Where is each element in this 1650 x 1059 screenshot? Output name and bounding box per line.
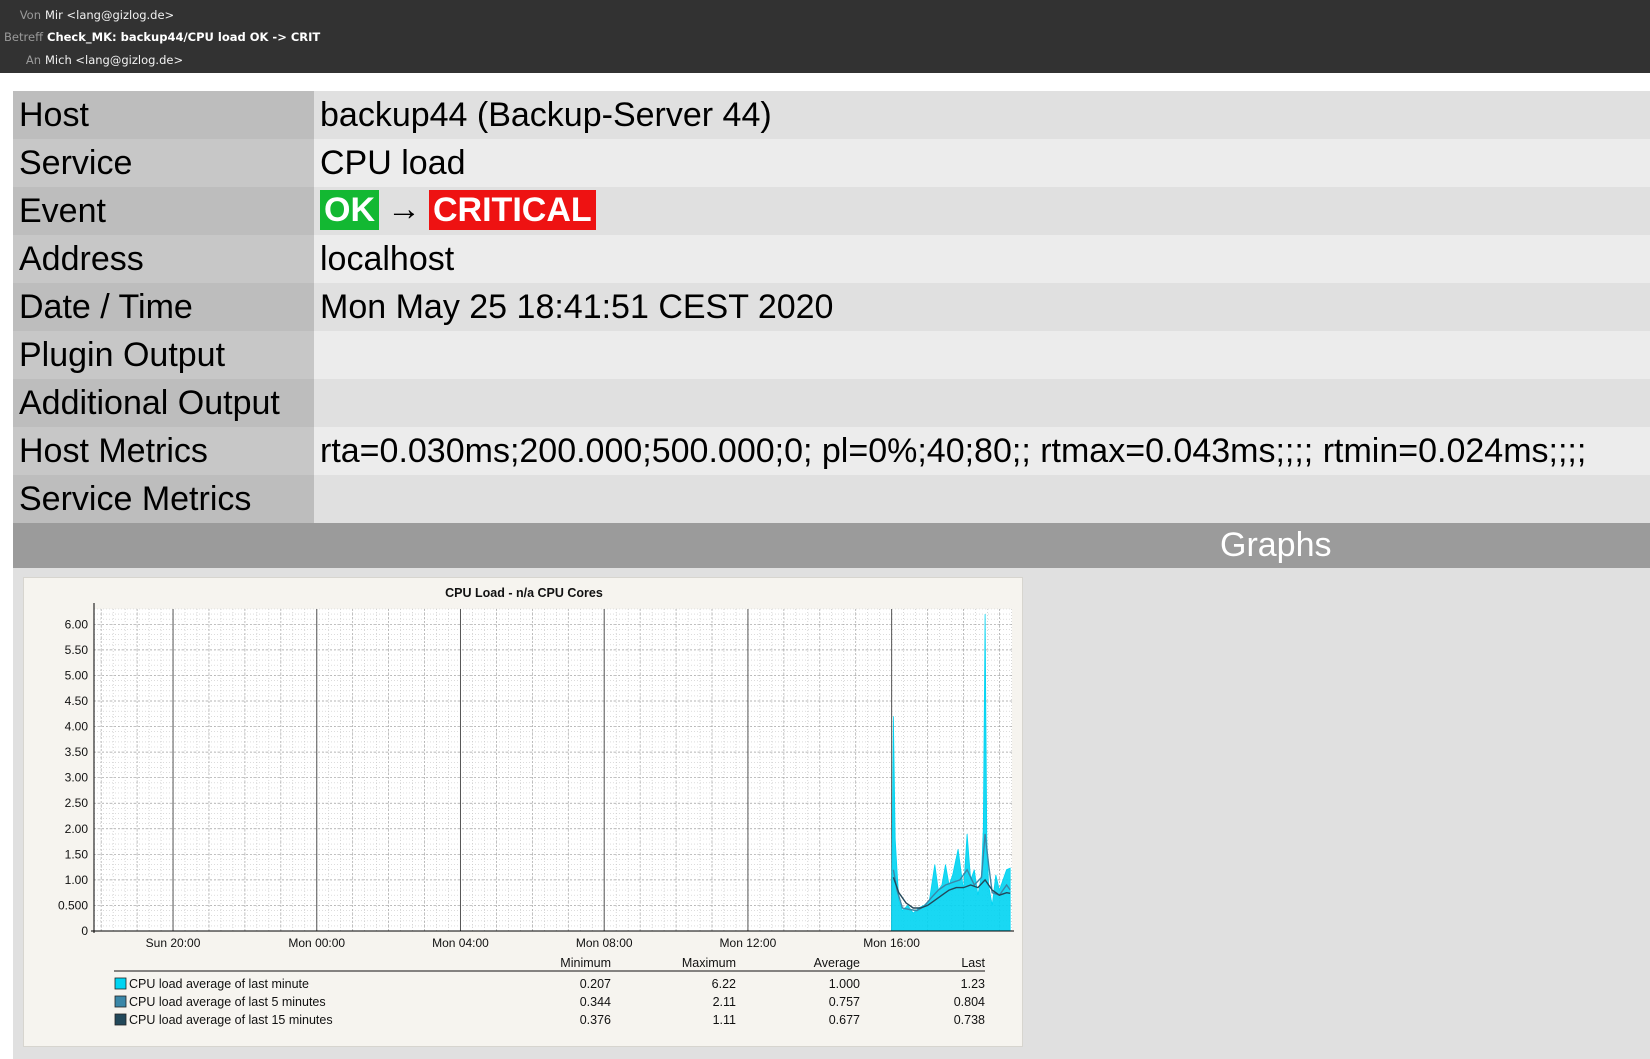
graphs-header: Graphs (13, 523, 1650, 568)
host-value: backup44 (Backup-Server 44) (314, 91, 1650, 139)
row-plugin-output: Plugin Output (13, 331, 1650, 379)
address-value: localhost (314, 235, 1650, 283)
y-tick-label: 2.50 (65, 796, 89, 810)
additional-output-value (314, 379, 1650, 427)
mail-header: Von Mir <lang@gizlog.de> Betreff Check_MK:… (0, 0, 1650, 73)
legend-swatch (114, 977, 127, 990)
row-address: Address localhost (13, 235, 1650, 283)
x-tick-label: Mon 08:00 (576, 936, 633, 950)
event-label: Event (13, 187, 314, 235)
service-value: CPU load (314, 139, 1650, 187)
datetime-value: Mon May 25 18:41:51 CEST 2020 (314, 283, 1650, 331)
legend-series-name: CPU load average of last 5 minutes (129, 995, 326, 1009)
y-tick-label: 6.00 (65, 617, 89, 631)
host-metrics-value: rta=0.030ms;200.000;500.000;0; pl=0%;40;… (314, 427, 1650, 475)
notification-table: Host backup44 (Backup-Server 44) Service… (13, 91, 1650, 523)
plugin-output-label: Plugin Output (13, 331, 314, 379)
legend-value: 1.11 (713, 1013, 736, 1027)
y-tick-label: 3.00 (65, 771, 89, 785)
row-additional-output: Additional Output (13, 379, 1650, 427)
legend-value: 1.000 (829, 977, 860, 991)
row-datetime: Date / Time Mon May 25 18:41:51 CEST 202… (13, 283, 1650, 331)
plot-background (94, 609, 1012, 931)
legend-column-header: Average (814, 956, 860, 970)
legend-value: 0.757 (829, 995, 860, 1009)
additional-output-label: Additional Output (13, 379, 314, 427)
legend-value: 0.677 (829, 1013, 860, 1027)
chart-legend: Minimum Maximum Average Last CPU load averag… (114, 956, 986, 1027)
mail-from-value[interactable]: Mir <lang@gizlog.de> (45, 8, 174, 22)
mail-to-value[interactable]: Mich <lang@gizlog.de> (45, 53, 183, 67)
y-tick-label: 5.50 (65, 643, 89, 657)
y-tick-label: 4.00 (65, 720, 89, 734)
y-tick-label: 3.50 (65, 745, 89, 759)
legend-swatch (114, 995, 127, 1008)
chart-title: CPU Load - n/a CPU Cores (445, 586, 603, 600)
legend-value: 0.738 (954, 1013, 985, 1027)
row-service: Service CPU load (13, 139, 1650, 187)
mail-from-label: Von (19, 8, 41, 22)
legend-series-name: CPU load average of last 15 minutes (129, 1013, 333, 1027)
row-service-metrics: Service Metrics (13, 475, 1650, 523)
legend-value: 1.23 (961, 977, 985, 991)
y-tick-label: 0 (81, 924, 88, 938)
event-value: OK → CRITICAL (314, 187, 1650, 235)
graphs-title: Graphs (1220, 526, 1332, 564)
plugin-output-value (314, 331, 1650, 379)
cpu-load-chart: CPU Load - n/a CPU Cores 0 0.500 1.00 1.50 2… (58, 586, 1014, 1027)
y-tick-label: 1.00 (65, 873, 89, 887)
mail-subject-label: Betreff (4, 30, 43, 44)
y-tick-label: 5.00 (65, 668, 89, 682)
service-metrics-label: Service Metrics (13, 475, 314, 523)
transition-arrow-icon: → (387, 190, 421, 228)
host-label: Host (13, 91, 314, 139)
y-tick-label: 2.00 (65, 822, 89, 836)
service-metrics-value (314, 475, 1650, 523)
legend-column-header: Minimum (560, 956, 611, 970)
legend-column-header: Last (961, 956, 985, 970)
cpu-load-graph: CPU Load - n/a CPU Cores 0 0.500 1.00 1.50 2… (23, 577, 1023, 1047)
mail-to-row: An Mich <lang@gizlog.de> (0, 49, 183, 72)
mail-to-label: An (25, 53, 41, 67)
legend-column-header: Maximum (682, 956, 736, 970)
x-tick-label: Mon 12:00 (720, 936, 777, 950)
legend-value: 6.22 (712, 977, 736, 991)
legend-value: 0.804 (954, 995, 985, 1009)
x-tick-label: Mon 00:00 (288, 936, 345, 950)
mail-subject-row: Betreff Check_MK: backup44/CPU load OK ->… (0, 26, 320, 49)
state-ok-badge: OK (320, 190, 379, 231)
x-tick-label: Sun 20:00 (146, 936, 201, 950)
service-label: Service (13, 139, 314, 187)
host-metrics-label: Host Metrics (13, 427, 314, 475)
address-label: Address (13, 235, 314, 283)
legend-value: 0.344 (580, 995, 611, 1009)
y-tick-label: 4.50 (65, 694, 89, 708)
mail-subject-value: Check_MK: backup44/CPU load OK -> CRIT (47, 30, 321, 44)
x-tick-label: Mon 04:00 (432, 936, 489, 950)
y-tick-label: 0.500 (58, 898, 88, 912)
row-host-metrics: Host Metrics rta=0.030ms;200.000;500.000… (13, 427, 1650, 475)
legend-series-name: CPU load average of last minute (129, 977, 309, 991)
row-host: Host backup44 (Backup-Server 44) (13, 91, 1650, 139)
mail-from-row: Von Mir <lang@gizlog.de> (0, 4, 175, 27)
legend-value: 0.376 (580, 1013, 611, 1027)
x-tick-label: Mon 16:00 (863, 936, 920, 950)
legend-swatch (114, 1013, 127, 1026)
datetime-label: Date / Time (13, 283, 314, 331)
legend-value: 0.207 (580, 977, 611, 991)
y-tick-label: 1.50 (65, 847, 89, 861)
state-critical-badge: CRITICAL (429, 190, 596, 231)
chart-grid (94, 608, 1012, 932)
legend-value: 2.11 (713, 995, 736, 1009)
row-event: Event OK → CRITICAL (13, 187, 1650, 235)
